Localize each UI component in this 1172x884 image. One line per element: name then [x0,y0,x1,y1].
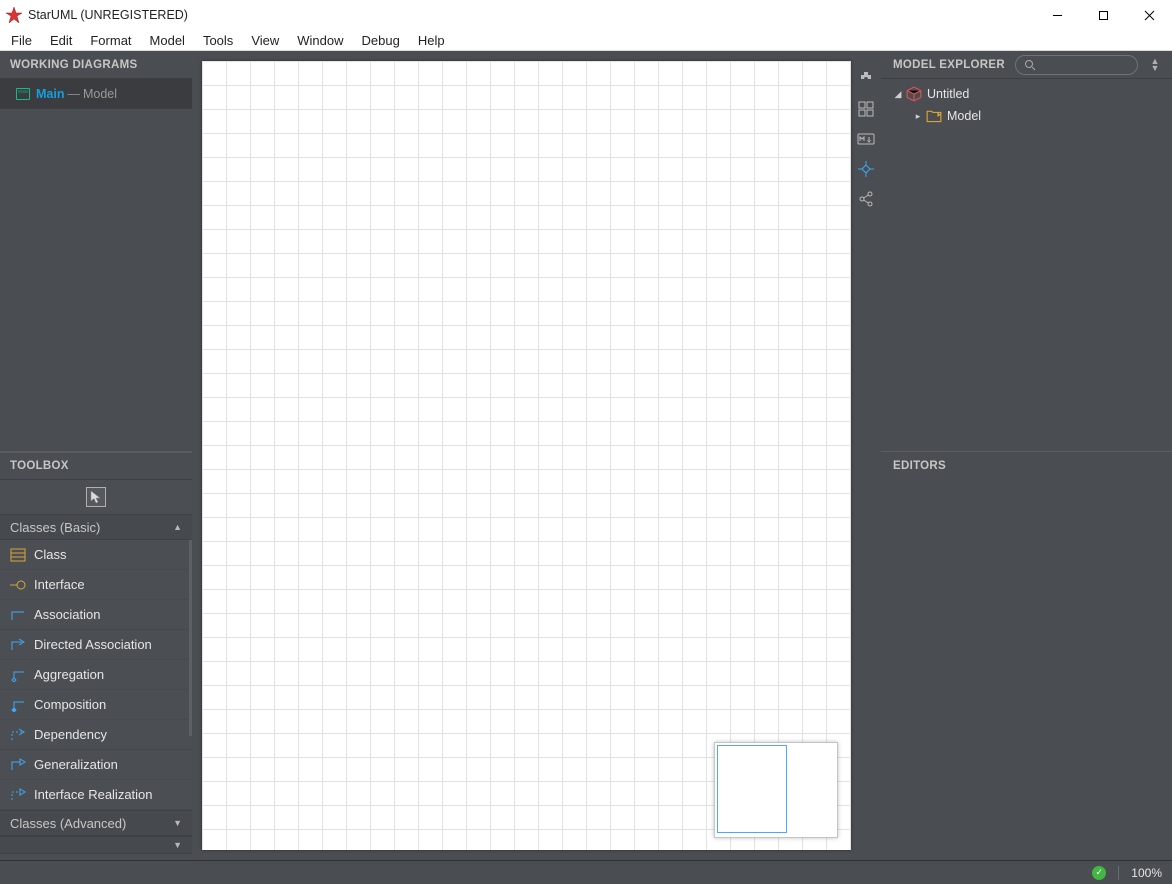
menubar: File Edit Format Model Tools View Window… [0,30,1172,51]
model-explorer-label: MODEL EXPLORER [893,59,1005,71]
toolbox-section-basic[interactable]: Classes (Basic) ▲ [0,514,192,540]
tool-label: Association [34,607,100,622]
diagram-list: Main — Model [0,79,192,451]
canvas-tool-rail [851,61,881,850]
tool-interface-realization[interactable]: Interface Realization [0,780,192,810]
diagram-item-model: Model [83,87,117,101]
menu-debug[interactable]: Debug [353,32,409,49]
window-title: StarUML (UNREGISTERED) [28,8,188,22]
aggregation-icon [10,668,26,682]
statusbar: ✓ 100% [0,860,1172,884]
window-close-button[interactable] [1126,0,1172,30]
explorer-tree: ◢ Untitled ▸ Model [881,79,1172,131]
tree-item-label: Model [947,109,981,123]
dependency-icon [10,728,26,742]
tree-expand-icon[interactable]: ▸ [913,111,923,122]
search-icon [1024,59,1036,71]
tool-label: Aggregation [34,667,104,682]
tool-association[interactable]: Association [0,600,192,630]
working-diagrams-header: WORKING DIAGRAMS [0,51,192,79]
menu-window[interactable]: Window [288,32,352,49]
status-ok-icon[interactable]: ✓ [1092,866,1106,880]
toolbox-panel: TOOLBOX Classes (Basic) ▲ Class Interfac… [0,451,192,860]
editors-panel: EDITORS [881,451,1172,860]
model-folder-icon [926,109,942,123]
model-explorer-header: MODEL EXPLORER ▲▼ [881,51,1172,79]
diagram-item-name: Main [36,87,64,101]
class-icon [10,548,26,562]
diagram-canvas[interactable] [202,61,851,850]
center-column [192,51,881,860]
left-column: WORKING DIAGRAMS Main — Model TOOLBOX Cl… [0,51,192,860]
explorer-sort-toggle[interactable]: ▲▼ [1148,58,1162,72]
select-tool[interactable] [86,487,106,507]
interface-icon [10,578,26,592]
tree-root-label: Untitled [927,87,969,101]
minimap[interactable] [714,742,838,838]
status-divider [1118,866,1119,880]
directed-association-icon [10,638,26,652]
titlebar: StarUML (UNREGISTERED) [0,0,1172,30]
diagram-item-main[interactable]: Main — Model [0,79,192,109]
workspace: WORKING DIAGRAMS Main — Model TOOLBOX Cl… [0,51,1172,860]
working-diagrams-panel: WORKING DIAGRAMS Main — Model [0,51,192,451]
tool-label: Generalization [34,757,118,772]
tool-label: Interface Realization [34,787,153,802]
expand-icon: ▼ [173,818,182,828]
tree-expand-icon[interactable]: ◢ [893,89,903,100]
menu-file[interactable]: File [2,32,41,49]
tool-label: Class [34,547,67,562]
tool-composition[interactable]: Composition [0,690,192,720]
toolbox-section-basic-label: Classes (Basic) [10,520,100,535]
editors-header: EDITORS [881,452,1172,480]
tool-label: Composition [34,697,106,712]
tool-directed-association[interactable]: Directed Association [0,630,192,660]
menu-edit[interactable]: Edit [41,32,81,49]
crosshair-icon[interactable] [856,159,876,179]
project-icon [906,87,922,101]
zoom-level[interactable]: 100% [1131,866,1162,880]
menu-format[interactable]: Format [81,32,140,49]
window-minimize-button[interactable] [1034,0,1080,30]
share-icon[interactable] [856,189,876,209]
tool-label: Dependency [34,727,107,742]
tree-item-model[interactable]: ▸ Model [881,105,1172,127]
generalization-icon [10,758,26,772]
toolbox-section-extra[interactable]: ▼ [0,836,192,854]
tool-aggregation[interactable]: Aggregation [0,660,192,690]
minimap-viewport[interactable] [717,745,787,833]
association-icon [10,608,26,622]
menu-tools[interactable]: Tools [194,32,242,49]
tree-root-untitled[interactable]: ◢ Untitled [881,83,1172,105]
toolbox-items: Class Interface Association Directed Ass… [0,540,192,810]
interface-realization-icon [10,788,26,802]
layout-grid-icon[interactable] [856,99,876,119]
right-column: MODEL EXPLORER ▲▼ ◢ Untitled ▸ Model [881,51,1172,860]
menu-help[interactable]: Help [409,32,454,49]
markdown-icon[interactable] [856,129,876,149]
toolbox-selector-row [0,480,192,514]
tool-dependency[interactable]: Dependency [0,720,192,750]
tool-generalization[interactable]: Generalization [0,750,192,780]
window-maximize-button[interactable] [1080,0,1126,30]
explorer-search-input[interactable] [1015,55,1138,75]
tool-label: Interface [34,577,85,592]
extension-icon[interactable] [856,69,876,89]
menu-view[interactable]: View [242,32,288,49]
toolbox-header: TOOLBOX [0,452,192,480]
tool-class[interactable]: Class [0,540,192,570]
expand-icon: ▼ [173,840,182,850]
tool-label: Directed Association [34,637,152,652]
diagram-item-sep: — [67,87,80,101]
composition-icon [10,698,26,712]
app-logo-icon [6,7,22,23]
diagram-icon [16,88,30,100]
collapse-icon: ▲ [173,522,182,532]
tool-interface[interactable]: Interface [0,570,192,600]
toolbox-section-advanced[interactable]: Classes (Advanced) ▼ [0,810,192,836]
toolbox-section-advanced-label: Classes (Advanced) [10,816,126,831]
menu-model[interactable]: Model [141,32,194,49]
